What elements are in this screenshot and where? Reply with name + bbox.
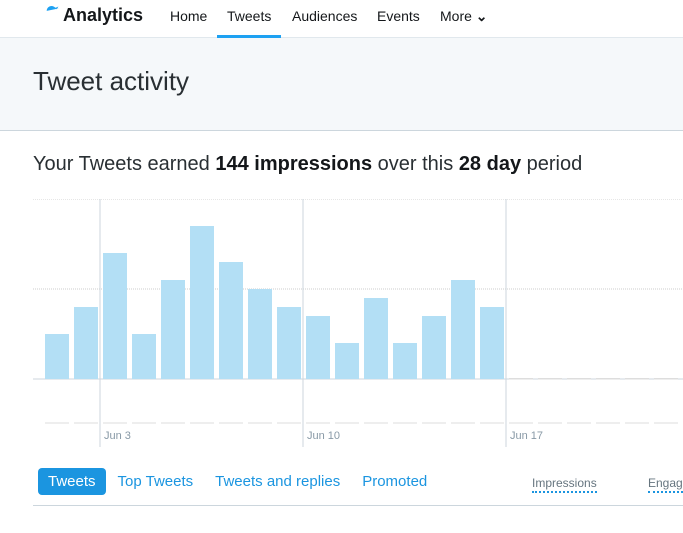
metric-engagements[interactable]: Engag xyxy=(648,476,683,493)
bar-zero xyxy=(654,378,678,380)
impressions-summary: Your Tweets earned 144 impressions over … xyxy=(33,153,582,176)
summary-impressions: 144 impressions xyxy=(215,153,373,175)
tab-promoted[interactable]: Promoted xyxy=(362,468,427,495)
bar xyxy=(74,307,98,379)
nav-tweets[interactable]: Tweets xyxy=(217,8,282,38)
nav-events[interactable]: Events xyxy=(377,8,420,38)
bar xyxy=(364,298,388,379)
bar xyxy=(422,316,446,379)
tab-top-tweets[interactable]: Top Tweets xyxy=(118,468,194,495)
bar xyxy=(190,226,214,379)
nav-more[interactable]: More ⌄ xyxy=(440,8,488,38)
tab-tweets-and-replies[interactable]: Tweets and replies xyxy=(215,468,340,495)
summary-middle: over this xyxy=(372,153,459,175)
bar-zero xyxy=(509,378,533,380)
brand-name: Analytics xyxy=(63,5,144,25)
bar xyxy=(219,262,243,379)
tab-tweets[interactable]: Tweets xyxy=(38,468,106,495)
bar-zero xyxy=(538,378,562,380)
bar xyxy=(132,334,156,379)
twitter-bird-icon xyxy=(46,5,59,11)
chevron-down-icon: ⌄ xyxy=(475,8,488,24)
analytics-home-link[interactable]: Analytics xyxy=(35,5,143,26)
bar xyxy=(306,316,330,379)
bar xyxy=(277,307,301,379)
divider xyxy=(33,505,683,506)
bar xyxy=(161,280,185,379)
page-header: Tweet activity xyxy=(0,38,683,131)
bar-zero xyxy=(625,378,649,380)
bar xyxy=(393,343,417,379)
date-tick-label: Jun 10 xyxy=(307,430,340,442)
bar xyxy=(103,253,127,379)
date-tick-label: Jun 3 xyxy=(104,430,131,442)
bar-zero xyxy=(567,378,591,380)
bar xyxy=(451,280,475,379)
summary-prefix: Your Tweets earned xyxy=(33,153,216,175)
bar xyxy=(45,334,69,379)
impressions-chart: Jun 3 Jun 10 Jun 17 xyxy=(33,199,683,447)
summary-days: 28 day xyxy=(458,153,522,175)
metric-impressions[interactable]: Impressions xyxy=(532,476,597,493)
nav-audiences[interactable]: Audiences xyxy=(292,8,357,38)
top-nav: Analytics Home Tweets Audiences Events M… xyxy=(0,0,683,38)
bar xyxy=(248,289,272,379)
page-title: Tweet activity xyxy=(33,66,190,96)
tweet-tabs: Tweets Top Tweets Tweets and replies Pro… xyxy=(38,468,449,495)
bar xyxy=(480,307,504,379)
bar xyxy=(335,343,359,379)
nav-home[interactable]: Home xyxy=(170,8,207,38)
nav-more-label: More xyxy=(440,8,472,24)
summary-suffix: period xyxy=(521,153,583,175)
date-tick-label: Jun 17 xyxy=(510,430,543,442)
bar-zero xyxy=(596,378,620,380)
